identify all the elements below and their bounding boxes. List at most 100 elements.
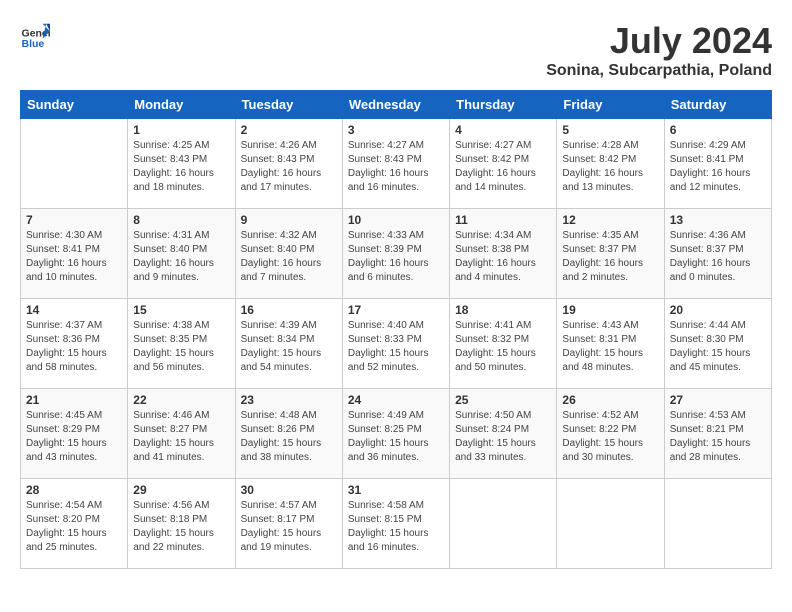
day-info: Sunrise: 4:29 AM Sunset: 8:41 PM Dayligh… — [670, 139, 766, 195]
day-number: 1 — [133, 123, 229, 137]
calendar-cell: 5 Sunrise: 4:28 AM Sunset: 8:42 PM Daylig… — [557, 119, 664, 209]
header-cell-thursday: Thursday — [450, 91, 557, 119]
calendar-cell: 15 Sunrise: 4:38 AM Sunset: 8:35 PM Dayli… — [128, 299, 235, 389]
day-info: Sunrise: 4:45 AM Sunset: 8:29 PM Dayligh… — [26, 409, 122, 465]
day-number: 7 — [26, 213, 122, 227]
day-number: 18 — [455, 303, 551, 317]
svg-text:Blue: Blue — [22, 38, 45, 50]
day-info: Sunrise: 4:52 AM Sunset: 8:22 PM Dayligh… — [562, 409, 658, 465]
day-number: 2 — [241, 123, 337, 137]
day-number: 8 — [133, 213, 229, 227]
header-row: SundayMondayTuesdayWednesdayThursdayFrid… — [21, 91, 772, 119]
day-info: Sunrise: 4:27 AM Sunset: 8:42 PM Dayligh… — [455, 139, 551, 195]
header-cell-wednesday: Wednesday — [342, 91, 449, 119]
calendar-cell: 27 Sunrise: 4:53 AM Sunset: 8:21 PM Dayli… — [664, 389, 771, 479]
day-info: Sunrise: 4:31 AM Sunset: 8:40 PM Dayligh… — [133, 229, 229, 285]
title-block: July 2024 Sonina, Subcarpathia, Poland — [546, 20, 772, 80]
calendar-cell: 12 Sunrise: 4:35 AM Sunset: 8:37 PM Dayli… — [557, 209, 664, 299]
day-number: 13 — [670, 213, 766, 227]
day-number: 9 — [241, 213, 337, 227]
calendar-cell — [664, 479, 771, 569]
week-row-4: 21Sunrise: 4:45 AM Sunset: 8:29 PM Dayli… — [21, 389, 772, 479]
day-info: Sunrise: 4:28 AM Sunset: 8:42 PM Dayligh… — [562, 139, 658, 195]
day-number: 27 — [670, 393, 766, 407]
day-info: Sunrise: 4:40 AM Sunset: 8:33 PM Dayligh… — [348, 319, 444, 375]
calendar-cell: 7 Sunrise: 4:30 AM Sunset: 8:41 PM Daylig… — [21, 209, 128, 299]
day-number: 16 — [241, 303, 337, 317]
day-number: 14 — [26, 303, 122, 317]
calendar-cell: 8 Sunrise: 4:31 AM Sunset: 8:40 PM Daylig… — [128, 209, 235, 299]
calendar-cell: 13 Sunrise: 4:36 AM Sunset: 8:37 PM Dayli… — [664, 209, 771, 299]
calendar-cell: 23Sunrise: 4:48 AM Sunset: 8:26 PM Dayli… — [235, 389, 342, 479]
week-row-3: 14 Sunrise: 4:37 AM Sunset: 8:36 PM Dayli… — [21, 299, 772, 389]
header-cell-tuesday: Tuesday — [235, 91, 342, 119]
calendar-cell: 29Sunrise: 4:56 AM Sunset: 8:18 PM Dayli… — [128, 479, 235, 569]
location: Sonina, Subcarpathia, Poland — [546, 62, 772, 80]
calendar-cell: 26 Sunrise: 4:52 AM Sunset: 8:22 PM Dayli… — [557, 389, 664, 479]
week-row-2: 7 Sunrise: 4:30 AM Sunset: 8:41 PM Daylig… — [21, 209, 772, 299]
calendar-cell: 31 Sunrise: 4:58 AM Sunset: 8:15 PM Dayli… — [342, 479, 449, 569]
calendar-cell: 21Sunrise: 4:45 AM Sunset: 8:29 PM Dayli… — [21, 389, 128, 479]
day-info: Sunrise: 4:39 AM Sunset: 8:34 PM Dayligh… — [241, 319, 337, 375]
header-cell-monday: Monday — [128, 91, 235, 119]
calendar-cell: 2 Sunrise: 4:26 AM Sunset: 8:43 PM Daylig… — [235, 119, 342, 209]
calendar-cell: 24Sunrise: 4:49 AM Sunset: 8:25 PM Dayli… — [342, 389, 449, 479]
day-number: 26 — [562, 393, 658, 407]
header: General Blue July 2024 Sonina, Subcarpat… — [20, 20, 772, 80]
calendar-cell: 11Sunrise: 4:34 AM Sunset: 8:38 PM Dayli… — [450, 209, 557, 299]
calendar-cell: 30Sunrise: 4:57 AM Sunset: 8:17 PM Dayli… — [235, 479, 342, 569]
day-info: Sunrise: 4:30 AM Sunset: 8:41 PM Dayligh… — [26, 229, 122, 285]
month-year: July 2024 — [546, 20, 772, 62]
day-info: Sunrise: 4:37 AM Sunset: 8:36 PM Dayligh… — [26, 319, 122, 375]
calendar-cell — [450, 479, 557, 569]
calendar-cell: 6 Sunrise: 4:29 AM Sunset: 8:41 PM Daylig… — [664, 119, 771, 209]
day-info: Sunrise: 4:43 AM Sunset: 8:31 PM Dayligh… — [562, 319, 658, 375]
day-number: 5 — [562, 123, 658, 137]
day-info: Sunrise: 4:48 AM Sunset: 8:26 PM Dayligh… — [241, 409, 337, 465]
calendar-cell — [21, 119, 128, 209]
day-number: 6 — [670, 123, 766, 137]
day-number: 15 — [133, 303, 229, 317]
calendar-cell: 28Sunrise: 4:54 AM Sunset: 8:20 PM Dayli… — [21, 479, 128, 569]
day-info: Sunrise: 4:46 AM Sunset: 8:27 PM Dayligh… — [133, 409, 229, 465]
day-info: Sunrise: 4:25 AM Sunset: 8:43 PM Dayligh… — [133, 139, 229, 195]
day-info: Sunrise: 4:58 AM Sunset: 8:15 PM Dayligh… — [348, 499, 444, 555]
logo: General Blue — [20, 20, 52, 50]
day-number: 11 — [455, 213, 551, 227]
day-number: 19 — [562, 303, 658, 317]
calendar-cell: 19 Sunrise: 4:43 AM Sunset: 8:31 PM Dayli… — [557, 299, 664, 389]
day-info: Sunrise: 4:57 AM Sunset: 8:17 PM Dayligh… — [241, 499, 337, 555]
day-number: 17 — [348, 303, 444, 317]
day-info: Sunrise: 4:44 AM Sunset: 8:30 PM Dayligh… — [670, 319, 766, 375]
calendar-cell: 1 Sunrise: 4:25 AM Sunset: 8:43 PM Daylig… — [128, 119, 235, 209]
week-row-1: 1 Sunrise: 4:25 AM Sunset: 8:43 PM Daylig… — [21, 119, 772, 209]
day-info: Sunrise: 4:53 AM Sunset: 8:21 PM Dayligh… — [670, 409, 766, 465]
calendar-cell: 4Sunrise: 4:27 AM Sunset: 8:42 PM Daylig… — [450, 119, 557, 209]
day-number: 20 — [670, 303, 766, 317]
day-number: 25 — [455, 393, 551, 407]
day-info: Sunrise: 4:38 AM Sunset: 8:35 PM Dayligh… — [133, 319, 229, 375]
day-info: Sunrise: 4:26 AM Sunset: 8:43 PM Dayligh… — [241, 139, 337, 195]
header-cell-sunday: Sunday — [21, 91, 128, 119]
day-info: Sunrise: 4:32 AM Sunset: 8:40 PM Dayligh… — [241, 229, 337, 285]
day-info: Sunrise: 4:33 AM Sunset: 8:39 PM Dayligh… — [348, 229, 444, 285]
logo-icon: General Blue — [20, 20, 50, 50]
calendar-cell: 18 Sunrise: 4:41 AM Sunset: 8:32 PM Dayli… — [450, 299, 557, 389]
day-number: 12 — [562, 213, 658, 227]
calendar-cell: 16 Sunrise: 4:39 AM Sunset: 8:34 PM Dayli… — [235, 299, 342, 389]
calendar-cell: 9 Sunrise: 4:32 AM Sunset: 8:40 PM Daylig… — [235, 209, 342, 299]
day-info: Sunrise: 4:49 AM Sunset: 8:25 PM Dayligh… — [348, 409, 444, 465]
calendar-cell — [557, 479, 664, 569]
day-number: 10 — [348, 213, 444, 227]
calendar-cell: 17 Sunrise: 4:40 AM Sunset: 8:33 PM Dayli… — [342, 299, 449, 389]
calendar-cell: 10 Sunrise: 4:33 AM Sunset: 8:39 PM Dayli… — [342, 209, 449, 299]
day-info: Sunrise: 4:35 AM Sunset: 8:37 PM Dayligh… — [562, 229, 658, 285]
day-info: Sunrise: 4:50 AM Sunset: 8:24 PM Dayligh… — [455, 409, 551, 465]
day-number: 31 — [348, 483, 444, 497]
calendar-table: SundayMondayTuesdayWednesdayThursdayFrid… — [20, 90, 772, 569]
day-info: Sunrise: 4:41 AM Sunset: 8:32 PM Dayligh… — [455, 319, 551, 375]
calendar-cell: 22Sunrise: 4:46 AM Sunset: 8:27 PM Dayli… — [128, 389, 235, 479]
day-info: Sunrise: 4:54 AM Sunset: 8:20 PM Dayligh… — [26, 499, 122, 555]
header-cell-saturday: Saturday — [664, 91, 771, 119]
day-info: Sunrise: 4:36 AM Sunset: 8:37 PM Dayligh… — [670, 229, 766, 285]
